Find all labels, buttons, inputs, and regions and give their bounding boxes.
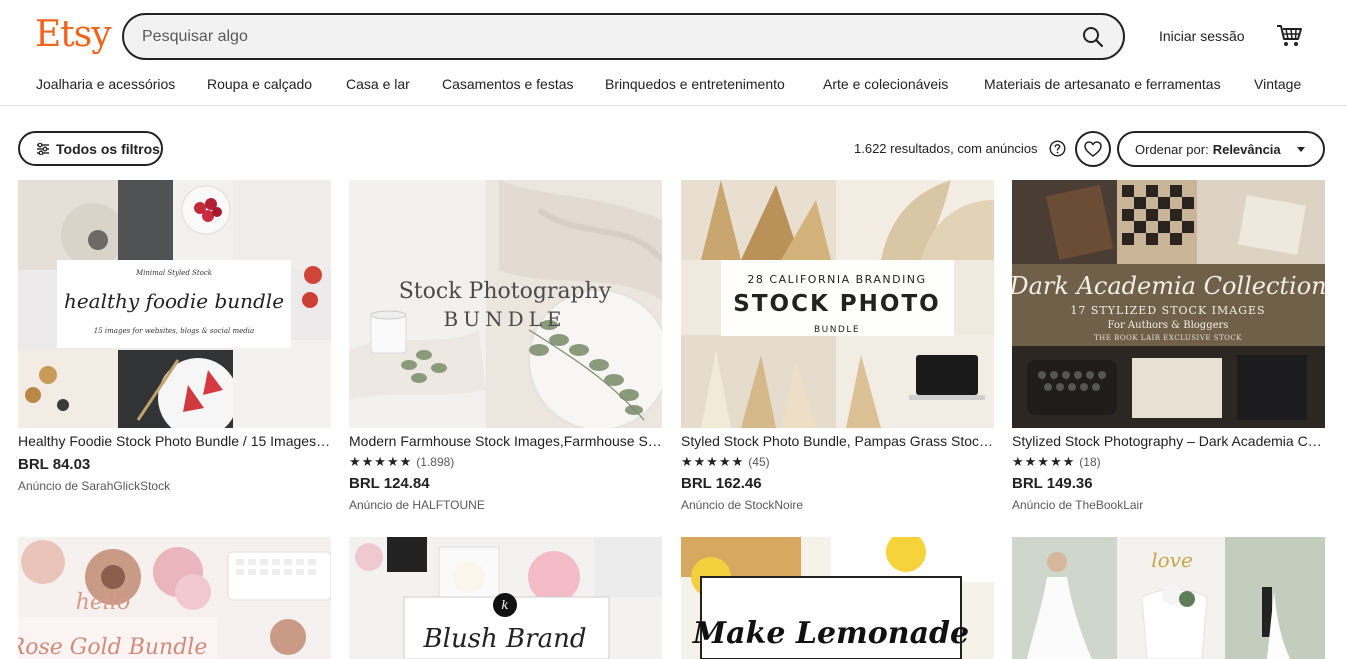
image-text: hello — [76, 590, 131, 615]
listing-price: BRL 149.36 — [1012, 475, 1093, 492]
all-filters-label: Todos os filtros — [56, 140, 160, 157]
image-text: healthy foodie bundle — [64, 289, 284, 313]
image-text: THE BOOK LAIR EXCLUSIVE STOCK — [1094, 334, 1242, 342]
rating-stars: ★★★★★ (18) — [1012, 454, 1101, 470]
image-text: 15 images for websites, blogs & social m… — [94, 327, 254, 335]
review-count: (45) — [748, 455, 770, 469]
image-text: Minimal Styled Stock — [135, 269, 212, 277]
image-text: Rose Gold Bundle — [18, 635, 207, 659]
listing-image[interactable]: hello Rose Gold Bundle — [18, 537, 331, 659]
listing-seller: Anúncio de StockNoire — [681, 498, 804, 512]
rating-stars: ★★★★★ (1.898) — [349, 454, 454, 470]
category-link[interactable]: Roupa e calçado — [207, 76, 312, 92]
review-count: (18) — [1079, 455, 1101, 469]
listing-price: BRL 84.03 — [18, 456, 91, 473]
listing-card[interactable]: love — [1012, 537, 1325, 659]
image-text: Make Lemonade — [692, 616, 969, 651]
search-icon[interactable] — [1081, 25, 1105, 49]
star-icons: ★★★★★ — [681, 454, 745, 469]
search-bar[interactable] — [122, 13, 1125, 60]
category-link[interactable]: Brinquedos e entretenimento — [605, 76, 785, 92]
listing-card[interactable]: Make Lemonade — [681, 537, 994, 659]
listing-card[interactable]: k Blush Brand — [349, 537, 662, 659]
help-icon[interactable] — [1049, 140, 1066, 157]
listing-card[interactable]: hello Rose Gold Bundle — [18, 537, 331, 659]
etsy-logo[interactable]: Etsy — [35, 14, 112, 55]
image-text: BUNDLE — [814, 325, 860, 335]
listing-image[interactable]: 28 CALIFORNIA BRANDING STOCK PHOTO BUNDL… — [681, 180, 994, 428]
listing-image[interactable]: Minimal Styled Stock healthy foodie bund… — [18, 180, 331, 428]
image-text: 17 STYLIZED STOCK IMAGES — [1070, 304, 1265, 317]
listing-seller: Anúncio de TheBookLair — [1012, 498, 1144, 512]
listing-image[interactable]: love — [1012, 537, 1325, 659]
cart-icon[interactable] — [1276, 24, 1302, 48]
category-link[interactable]: Materiais de artesanato e ferramentas — [984, 76, 1221, 92]
image-text: Stock Photography — [399, 279, 612, 304]
sort-label: Ordenar por: — [1135, 141, 1209, 157]
save-search-button[interactable] — [1075, 131, 1111, 167]
filter-sliders-icon — [37, 142, 49, 155]
image-text: 28 CALIFORNIA BRANDING — [747, 273, 926, 286]
image-text: love — [1151, 548, 1193, 572]
sort-value: Relevância — [1212, 141, 1281, 157]
image-text: STOCK PHOTO — [733, 291, 940, 317]
image-text: Dark Academia Collection — [1012, 272, 1325, 300]
listing-title[interactable]: Stylized Stock Photography – Dark Academ… — [1012, 433, 1325, 449]
listing-image[interactable]: Stock Photography BUNDLE — [349, 180, 662, 428]
category-link[interactable]: Joalharia e acessórios — [36, 76, 175, 92]
search-input[interactable] — [142, 15, 1062, 58]
category-link[interactable]: Casa e lar — [346, 76, 410, 92]
listing-title[interactable]: Styled Stock Photo Bundle, Pampas Grass … — [681, 433, 994, 449]
image-text: Blush Brand — [423, 624, 587, 654]
image-text: k — [501, 598, 508, 612]
category-nav: Joalharia e acessórios Roupa e calçado C… — [0, 76, 1347, 96]
review-count: (1.898) — [416, 455, 455, 469]
listing-title[interactable]: Modern Farmhouse Stock Images,Farmhouse … — [349, 433, 662, 449]
all-filters-button[interactable]: Todos os filtros — [18, 131, 163, 166]
listing-price: BRL 162.46 — [681, 475, 762, 492]
category-link[interactable]: Arte e colecionáveis — [823, 76, 948, 92]
sort-dropdown[interactable]: Ordenar por: Relevância — [1117, 131, 1325, 167]
site-header: Etsy Iniciar sessão Joalharia e acessóri… — [0, 0, 1347, 106]
listing-seller: Anúncio de SarahGlickStock — [18, 479, 171, 493]
image-text: BUNDLE — [444, 307, 567, 331]
star-icons: ★★★★★ — [1012, 454, 1076, 469]
image-text: For Authors & Bloggers — [1108, 320, 1229, 331]
rating-stars: ★★★★★ (45) — [681, 454, 770, 470]
listing-image[interactable]: Dark Academia Collection 17 STYLIZED STO… — [1012, 180, 1325, 428]
star-icons: ★★★★★ — [349, 454, 413, 469]
signin-link[interactable]: Iniciar sessão — [1159, 28, 1245, 44]
caret-down-icon — [1297, 147, 1305, 152]
category-link[interactable]: Casamentos e festas — [442, 76, 574, 92]
results-count: 1.622 resultados, com anúncios — [854, 141, 1038, 156]
listing-image[interactable]: Make Lemonade — [681, 537, 994, 659]
listing-price: BRL 124.84 — [349, 475, 430, 492]
heart-icon — [1084, 141, 1102, 157]
category-link[interactable]: Vintage — [1254, 76, 1301, 92]
listing-title[interactable]: Healthy Foodie Stock Photo Bundle / 15 I… — [18, 433, 331, 449]
listing-seller: Anúncio de HALFTOUNE — [349, 498, 485, 512]
listing-image[interactable]: k Blush Brand — [349, 537, 662, 659]
